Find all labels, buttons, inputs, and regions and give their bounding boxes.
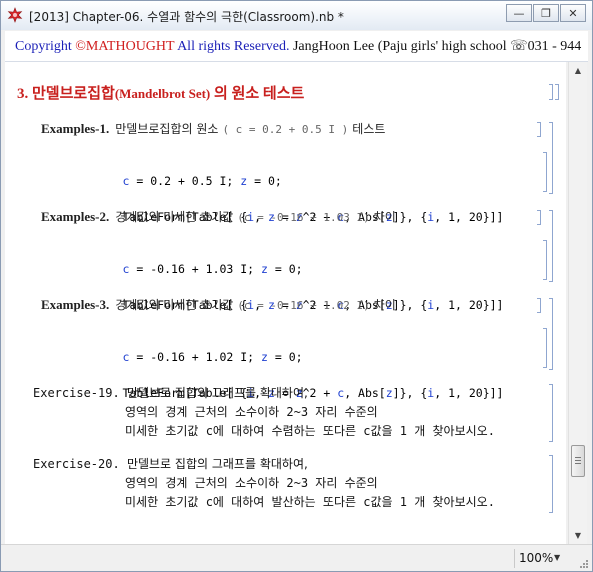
cell-bracket[interactable]: [549, 84, 553, 100]
brand-name: MATHOUGHT: [85, 39, 175, 54]
example-desc: 만델브로집합의 원소: [115, 122, 219, 136]
section-title-en: (Mandelbrot Set): [114, 86, 211, 101]
section-heading[interactable]: 3. 만델브로집합(Mandelbrot Set) 의 원소 테스트: [17, 82, 304, 103]
example-2-input-cell[interactable]: c = -0.16 + 1.03 I; z = 0; TableForm[Tab…: [81, 242, 504, 332]
copyright-mark: ©: [75, 39, 86, 54]
example-desc: 경계값의 미세한 초기값: [115, 210, 234, 224]
example-param: ( c = 0.2 + 0.5 I ): [222, 123, 349, 136]
exercise-20-cell[interactable]: Exercise-20. 만델브로 집합의 그래프를 확대하여, 영역의 경계 …: [33, 455, 495, 512]
section-title-ko: 만델브로집합: [32, 86, 115, 102]
exercise-text-line: 미세한 초기값 c에 대하여 수렴하는 또다른 c값을 1 개 찾아보시오.: [125, 424, 495, 438]
code-variable: z: [261, 350, 268, 364]
copyright-text: Copyright ©MATHOUGHT All rights Reserved…: [15, 38, 581, 55]
group-bracket[interactable]: [549, 210, 553, 282]
exercise-19-cell[interactable]: Exercise-19. 만델브로 집합의 그래프를 확대하여, 영역의 경계 …: [33, 384, 495, 441]
code-line: c = -0.16 + 1.03 I; z = 0;: [122, 262, 303, 276]
window-title: [2013] Chapter-06. 수열과 함수의 극한(Classroom)…: [29, 10, 344, 24]
rights-text: All rights Reserved.: [174, 39, 290, 54]
example-1-heading[interactable]: Examples-1. 만델브로집합의 원소( c = 0.2 + 0.5 I )…: [41, 120, 385, 137]
close-button[interactable]: ✕: [560, 4, 586, 22]
scroll-thumb[interactable]: [571, 445, 585, 477]
code-line: c = -0.16 + 1.02 I; z = 0;: [122, 350, 303, 364]
zoom-menu[interactable]: 100% ▼: [514, 549, 569, 568]
window-controls: — ❐ ✕: [506, 4, 586, 22]
example-param: (c = -0.16 + 1.02 I): [237, 299, 370, 312]
group-bracket[interactable]: [549, 122, 553, 194]
example-label: Examples-2.: [41, 209, 110, 224]
code-variable: z: [261, 262, 268, 276]
status-bar: 100% ▼: [1, 544, 592, 571]
cell-bracket[interactable]: [543, 328, 547, 368]
example-2-heading[interactable]: Examples-2. 경계값의 미세한 초기값 (c = -0.16 + 1.03…: [41, 208, 396, 225]
zoom-level: 100%: [519, 551, 554, 565]
exercise-first-line: Exercise-20. 만델브로 집합의 그래프를 확대하여,: [33, 455, 495, 474]
title-bar[interactable]: [2013] Chapter-06. 수열과 함수의 극한(Classroom)…: [1, 1, 592, 30]
scroll-up-arrow-icon[interactable]: ▲: [569, 62, 587, 79]
notebook-window: [2013] Chapter-06. 수열과 함수의 극한(Classroom)…: [0, 0, 593, 572]
exercise-label: Exercise-20.: [33, 457, 120, 471]
resize-grip-icon[interactable]: [579, 559, 589, 569]
section-number: 3.: [17, 86, 29, 102]
cell-bracket[interactable]: [543, 152, 547, 192]
group-bracket[interactable]: [555, 84, 559, 100]
example-label: Examples-1.: [41, 121, 110, 136]
exercise-text-line: 영역의 경계 근처의 소수이하 2~3 자리 수준의: [125, 405, 378, 419]
restore-button[interactable]: ❐: [533, 4, 559, 22]
copyright-banner: Copyright ©MATHOUGHT All rights Reserved…: [5, 31, 588, 62]
notebook-content[interactable]: 3. 만델브로집합(Mandelbrot Set) 의 원소 테스트 Examp…: [5, 62, 566, 544]
exercise-text-line: 만델브로 집합의 그래프를 확대하여,: [126, 457, 308, 471]
example-3-heading[interactable]: Examples-3. 경계값의 미세한 초기값 (c = -0.16 + 1.02…: [41, 296, 396, 313]
code-variable: c: [122, 262, 130, 276]
grip-line: [575, 460, 581, 461]
example-1-input-cell[interactable]: c = 0.2 + 0.5 I; z = 0; TableForm[Table[…: [81, 154, 504, 244]
cell-bracket[interactable]: [549, 384, 553, 442]
exercise-text-line: 미세한 초기값 c에 대하여 발산하는 또다른 c값을 1 개 찾아보시오.: [125, 495, 495, 509]
exercise-text-line: 영역의 경계 근처의 소수이하 2~3 자리 수준의: [125, 476, 378, 490]
exercise-label: Exercise-19.: [33, 386, 120, 400]
grip-line: [575, 463, 581, 464]
section-title-tail: 의 원소 테스트: [214, 86, 305, 102]
author-text: JangHoon Lee (Paju girls' high school: [292, 39, 507, 54]
example-tail: 차이: [373, 298, 396, 312]
minimize-button[interactable]: —: [506, 4, 532, 22]
cell-bracket[interactable]: [537, 298, 541, 313]
vertical-scrollbar[interactable]: ▲ ▼: [568, 62, 587, 544]
cell-bracket[interactable]: [543, 240, 547, 280]
mathematica-spikey-icon: [7, 7, 23, 23]
code-variable: c: [122, 350, 130, 364]
cell-bracket[interactable]: [549, 455, 553, 513]
phone-text: ☏031 - 944: [510, 39, 582, 54]
example-param: (c = -0.16 + 1.03 I): [237, 211, 370, 224]
code-line: c = 0.2 + 0.5 I; z = 0;: [122, 174, 282, 188]
cell-bracket[interactable]: [537, 210, 541, 225]
exercise-text-line: 만델브로 집합의 그래프를 확대하여,: [126, 386, 308, 400]
code-variable: i: [427, 298, 435, 312]
example-tail: 차이: [373, 210, 396, 224]
example-label: Examples-3.: [41, 297, 110, 312]
code-variable: z: [240, 174, 248, 188]
group-bracket[interactable]: [549, 298, 553, 370]
example-desc: 경계값의 미세한 초기값: [115, 298, 234, 312]
example-tail: 테스트: [352, 122, 386, 136]
copyright-word: Copyright: [15, 39, 72, 54]
grip-line: [575, 457, 581, 458]
code-variable: i: [427, 210, 435, 224]
scroll-down-arrow-icon[interactable]: ▼: [569, 527, 587, 544]
dropdown-arrow-icon: ▼: [554, 553, 561, 562]
code-variable: c: [122, 174, 130, 188]
cell-bracket[interactable]: [537, 122, 541, 137]
exercise-first-line: Exercise-19. 만델브로 집합의 그래프를 확대하여,: [33, 384, 495, 403]
